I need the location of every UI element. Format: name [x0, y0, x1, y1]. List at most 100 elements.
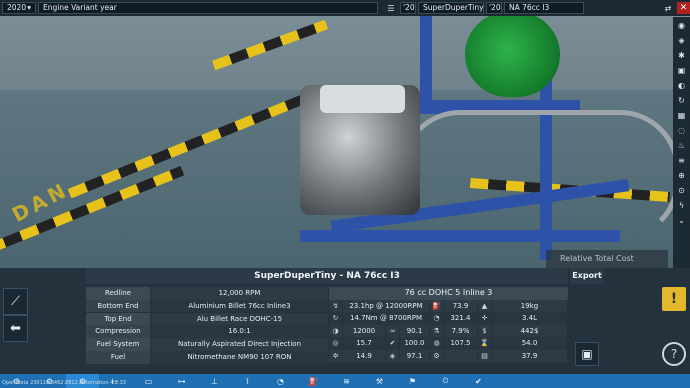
grid-icon[interactable]: ▦: [675, 109, 688, 122]
engine-viewport[interactable]: DAN Relative Total Cost: [0, 0, 690, 268]
tab-dyno[interactable]: ⏲: [429, 374, 462, 388]
zoom-icon[interactable]: ⊕: [675, 169, 688, 182]
spec-value: 12,000 RPM: [151, 287, 328, 300]
cam-icon: ⊶: [177, 376, 186, 386]
variant-year[interactable]: '20: [486, 2, 502, 14]
hide-icon[interactable]: ◌: [675, 124, 688, 137]
perf-header: 76 cc DOHC 5 Inline 3: [329, 287, 568, 300]
perf-value: 321.4: [444, 312, 478, 325]
eye-icon[interactable]: ◉: [675, 19, 688, 32]
graph-icon: ⟋: [10, 294, 21, 309]
tab-cam[interactable]: ⊶: [165, 374, 198, 388]
relative-total-cost[interactable]: Relative Total Cost: [546, 250, 668, 268]
tab-exhaust[interactable]: ≋: [330, 374, 363, 388]
year-value: 2020: [7, 3, 27, 12]
perf-value: [444, 349, 478, 363]
year-select[interactable]: 2020 ▾: [2, 2, 36, 14]
list-icon[interactable]: ☰: [384, 1, 398, 15]
cutaway-icon[interactable]: ◐: [675, 79, 688, 92]
save-icon: ▣: [581, 347, 593, 361]
menu-icon[interactable]: ⇄: [661, 1, 675, 15]
spec-value: Naturally Aspirated Direct Injection: [151, 338, 328, 351]
camera-icon[interactable]: ◈: [675, 34, 688, 47]
reliability-icon: ✔: [386, 337, 400, 350]
perf-value: 19kg: [492, 299, 568, 313]
exhaust-pipe: [400, 110, 680, 240]
perf-value: 37.9: [492, 349, 568, 363]
warning-button[interactable]: !: [662, 287, 686, 311]
close-button[interactable]: ✕: [677, 2, 690, 14]
power-icon: ↯: [329, 299, 343, 313]
tab-finish[interactable]: ✔: [462, 374, 495, 388]
perf-value: 3.4L: [492, 312, 568, 325]
rpm-icon: ◑: [329, 324, 343, 338]
tab-head[interactable]: ▭: [132, 374, 165, 388]
service-icon: ⚙: [430, 349, 444, 363]
spec-row: Compression 16.0:1: [86, 325, 328, 338]
rotate-icon[interactable]: ↻: [675, 94, 688, 107]
spec-value: 16.0:1: [151, 325, 328, 338]
valve-cover: [320, 85, 405, 113]
right-toolbar: ◉ ◈ ✱ ▣ ◐ ↻ ▦ ◌ ♨ ≡ ⊕ ⊙ ϟ ⌄: [673, 17, 690, 268]
perf-value: 442$: [492, 324, 568, 338]
target-icon[interactable]: ⊙: [675, 184, 688, 197]
spec-row: Fuel Nitromethane NM90 107 RON: [86, 350, 328, 364]
panel-title: SuperDuperTiny - NA 76cc I3: [86, 268, 568, 284]
performance-table: 76 cc DOHC 5 Inline 3 ↯ 23.1hp @ 12000RPM…: [329, 287, 568, 363]
perf-row: ◎ 15.7 ✔ 100.0 ◍ 107.5 ⌛ 54.0: [329, 337, 568, 350]
weight-icon: ▲: [478, 299, 492, 313]
quality-icon: ◈: [386, 349, 400, 363]
tab-turbo[interactable]: ◔: [264, 374, 297, 388]
cost-icon: $: [478, 324, 492, 338]
help-button[interactable]: ?: [662, 342, 686, 366]
view-icon[interactable]: ▣: [675, 64, 688, 77]
floor-stripe: [211, 19, 329, 71]
tab-valves[interactable]: ⊥: [198, 374, 231, 388]
back-button[interactable]: ⬅: [3, 315, 28, 342]
tab-intake[interactable]: ⌇: [231, 374, 264, 388]
spec-label: Top End: [86, 312, 151, 326]
torque-icon: ↻: [329, 312, 343, 325]
fuel-flow-icon: ◔: [430, 312, 444, 325]
build-version: Open Beta 230110.3462.8812 Automation 4.…: [2, 380, 126, 386]
spec-label: Fuel: [86, 350, 151, 364]
turbo-icon: ◔: [277, 376, 284, 386]
fuel-economy-icon: ⛽: [430, 299, 444, 313]
perf-row: ↻ 14.7Nm @ 8700RPM ◔ 321.4 ✛ 3.4L: [329, 312, 568, 325]
specs-table: Redline 12,000 RPM Bottom End Aluminium Bi…: [86, 287, 328, 364]
perf-row: ✲ 14.9 ◈ 97.1 ⚙ ▤ 37.9: [329, 349, 568, 363]
bolt-icon[interactable]: ϟ: [675, 199, 688, 212]
spec-label: Redline: [86, 287, 151, 300]
fuel-icon: ⛽: [308, 376, 319, 386]
spec-value: Aluminium Billet 76cc Inline3: [151, 299, 328, 313]
perf-value: 12000: [343, 324, 386, 338]
tab-fuel[interactable]: ⛽: [297, 374, 330, 388]
save-button[interactable]: ▣: [575, 342, 599, 366]
family-year[interactable]: '20: [400, 2, 416, 14]
check-icon: ✔: [475, 376, 482, 386]
spec-label: Fuel System: [86, 338, 151, 351]
variant-name-field[interactable]: NA 76cc I3: [504, 2, 584, 14]
head-icon: ▭: [144, 376, 153, 386]
layers-icon[interactable]: ≡: [675, 154, 688, 167]
tab-tune[interactable]: ⚒: [363, 374, 396, 388]
graph-button[interactable]: ⟋: [3, 288, 28, 315]
perf-value: 90.1: [400, 324, 430, 338]
flame-icon[interactable]: ♨: [675, 139, 688, 152]
emissions-icon: ✲: [329, 349, 343, 363]
family-name-field[interactable]: SuperDuperTiny: [418, 2, 484, 14]
variant-year-field[interactable]: Engine Variant year: [38, 2, 378, 14]
size-icon: ✛: [478, 312, 492, 325]
perf-value: 15.7: [343, 337, 386, 350]
spec-row: Fuel System Naturally Aspirated Direct In…: [86, 338, 328, 351]
engine-model[interactable]: [300, 85, 420, 215]
valve-icon: ⊥: [211, 376, 218, 386]
lightbulb-icon[interactable]: ✱: [675, 49, 688, 62]
octane-icon: ◍: [430, 337, 444, 350]
perf-value: 73.9: [444, 299, 478, 313]
export-button[interactable]: Export: [570, 268, 604, 284]
spec-value: Nitromethane NM90 107 RON: [151, 350, 328, 364]
tab-test[interactable]: ⚑: [396, 374, 429, 388]
chevron-down-icon[interactable]: ⌄: [675, 214, 688, 227]
test-icon: ⚑: [408, 376, 417, 386]
